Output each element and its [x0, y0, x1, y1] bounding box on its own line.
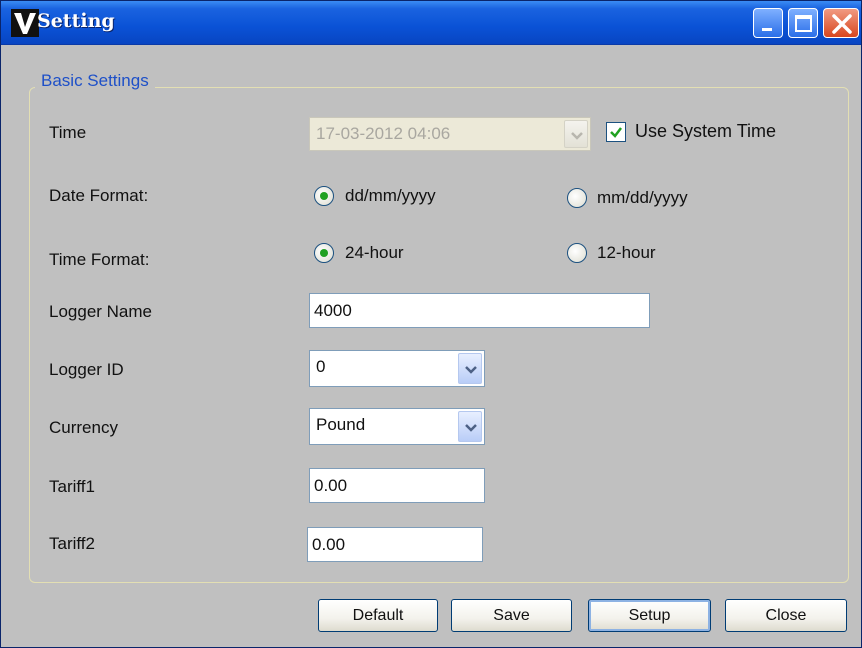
radio-selected-dot [320, 192, 328, 200]
date-format-mmddyyyy-label[interactable]: mm/dd/yyyy [597, 188, 688, 208]
radio-selected-dot [320, 249, 328, 257]
currency-dropdown[interactable]: Pound [309, 408, 485, 445]
logger-name-input[interactable] [310, 294, 649, 327]
use-system-time-label[interactable]: Use System Time [635, 121, 776, 142]
date-format-ddmmyyyy-radio[interactable] [314, 186, 334, 206]
tariff1-field[interactable] [309, 468, 485, 503]
maximize-icon [795, 15, 812, 32]
minimize-button[interactable] [753, 8, 783, 38]
time-label: Time [49, 123, 87, 142]
close-button[interactable]: Close [725, 599, 847, 632]
logger-id-dropdown-arrow[interactable] [458, 353, 482, 384]
tariff2-input[interactable] [308, 528, 482, 561]
time-format-24hour-radio[interactable] [314, 243, 334, 263]
time-value: 17-03-2012 04:06 [316, 124, 451, 143]
tariff2-field[interactable] [307, 527, 483, 562]
window-title: Setting [37, 10, 115, 32]
setup-button[interactable]: Setup [588, 599, 711, 632]
use-system-time-checkbox[interactable] [606, 122, 626, 142]
chevron-down-icon [465, 366, 477, 374]
time-dropdown-arrow [564, 120, 588, 148]
logger-id-label: Logger ID [49, 360, 124, 379]
title-bar[interactable]: Setting [1, 1, 861, 45]
chevron-down-icon [465, 424, 477, 432]
logger-id-value: 0 [316, 357, 326, 376]
time-format-label: Time Format: [49, 250, 150, 269]
currency-label: Currency [49, 418, 118, 437]
tariff1-label: Tariff1 [49, 477, 95, 496]
time-format-24hour-label[interactable]: 24-hour [345, 243, 404, 263]
logger-name-label: Logger Name [49, 302, 153, 321]
date-format-ddmmyyyy-label[interactable]: dd/mm/yyyy [345, 186, 436, 206]
checkmark-icon [610, 127, 622, 138]
minimize-icon [762, 28, 772, 31]
date-format-label: Date Format: [49, 186, 149, 205]
close-icon [832, 14, 852, 34]
tariff2-label: Tariff2 [49, 534, 95, 553]
date-format-mmddyyyy-radio[interactable] [567, 188, 587, 208]
currency-dropdown-arrow[interactable] [458, 411, 482, 442]
time-format-12hour-label[interactable]: 12-hour [597, 243, 656, 263]
time-format-12hour-radio[interactable] [567, 243, 587, 263]
chevron-down-icon [571, 132, 583, 140]
default-button[interactable]: Default [318, 599, 438, 632]
settings-window: Setting Basic Settings Time 17-03-2012 0… [0, 0, 862, 648]
save-button[interactable]: Save [451, 599, 572, 632]
currency-value: Pound [316, 415, 366, 434]
logger-name-field[interactable] [309, 293, 650, 328]
app-logo-icon [11, 9, 39, 37]
maximize-button[interactable] [788, 8, 818, 38]
close-window-button[interactable] [823, 8, 859, 38]
basic-settings-legend: Basic Settings [35, 71, 155, 91]
logger-id-dropdown[interactable]: 0 [309, 350, 485, 387]
tariff1-input[interactable] [310, 469, 484, 502]
time-dropdown: 17-03-2012 04:06 [309, 117, 591, 151]
basic-settings-group [29, 87, 849, 583]
